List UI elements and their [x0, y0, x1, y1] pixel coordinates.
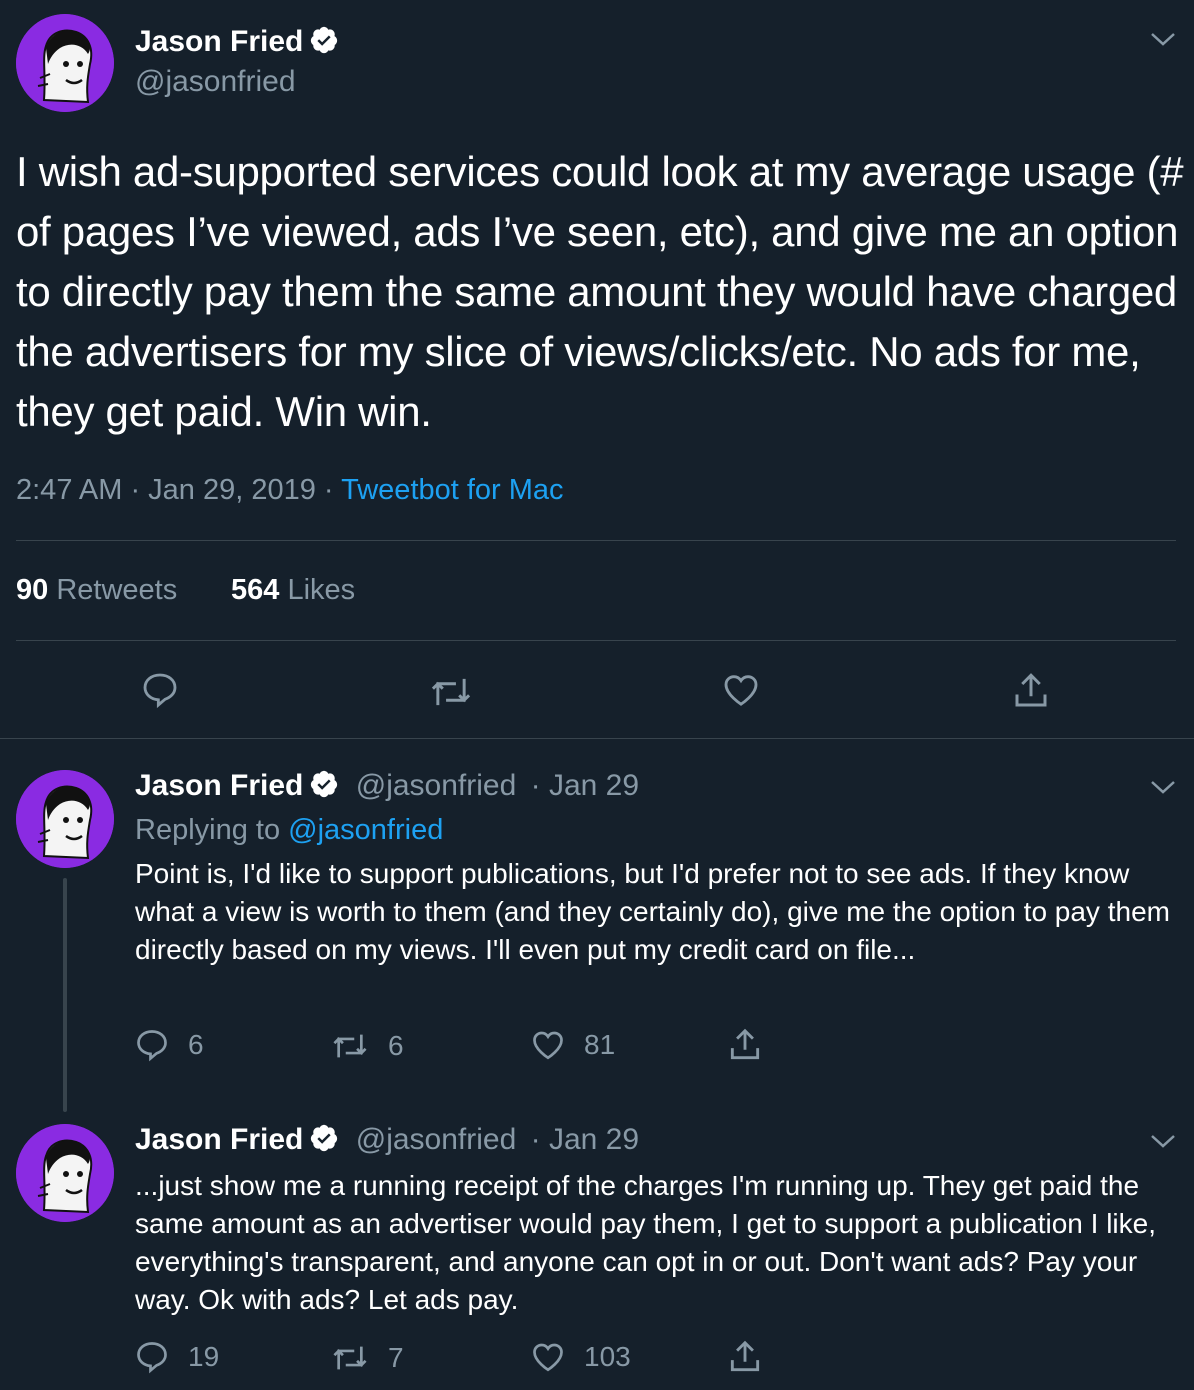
- likes-stat[interactable]: 564 Likes: [231, 574, 355, 607]
- reply-icon: [143, 673, 177, 709]
- author-handle[interactable]: @jasonfried: [356, 1123, 517, 1156]
- share-button[interactable]: [1010, 670, 1052, 717]
- chevron-down-icon[interactable]: [1150, 28, 1176, 55]
- like-button[interactable]: 103: [530, 1339, 631, 1375]
- retweet-count: 7: [388, 1342, 404, 1373]
- retweet-button[interactable]: 6: [330, 1029, 404, 1063]
- share-icon: [730, 1028, 760, 1060]
- author-name[interactable]: Jason Fried: [135, 25, 339, 63]
- replying-to-link[interactable]: @jasonfried: [288, 814, 443, 846]
- chevron-down-icon[interactable]: [1150, 1130, 1176, 1157]
- author-name[interactable]: Jason Fried: [135, 1123, 303, 1156]
- reply-icon: [137, 1030, 167, 1062]
- heart-icon: [533, 1343, 563, 1372]
- tweet-date[interactable]: · Jan 29: [531, 1123, 639, 1156]
- heart-icon: [724, 675, 758, 706]
- avatar[interactable]: [16, 770, 114, 868]
- reply-header: Jason Fried @jasonfried · Jan 29: [135, 1123, 639, 1161]
- like-count: 81: [584, 1029, 616, 1060]
- retweet-button[interactable]: 7: [330, 1341, 404, 1375]
- retweet-button[interactable]: [428, 672, 474, 717]
- verified-badge-icon: [309, 769, 339, 807]
- tweet-text: ...just show me a running receipt of the…: [135, 1170, 1157, 1315]
- reply-icon: [137, 1342, 167, 1374]
- reply-button[interactable]: 19: [134, 1339, 219, 1375]
- divider: [0, 738, 1194, 739]
- author-handle[interactable]: @jasonfried: [356, 769, 517, 802]
- like-button[interactable]: 81: [530, 1027, 615, 1063]
- divider: [16, 640, 1176, 641]
- reply-button[interactable]: 6: [134, 1027, 204, 1063]
- reply-count: 19: [188, 1341, 220, 1372]
- share-icon: [1015, 673, 1047, 707]
- tweet-text: I wish ad-supported services could look …: [16, 148, 1184, 435]
- verified-badge-icon: [309, 1123, 339, 1161]
- share-button[interactable]: [726, 1338, 764, 1376]
- share-icon: [730, 1340, 760, 1372]
- avatar[interactable]: [16, 14, 114, 112]
- reply-header: Jason Fried @jasonfried · Jan 29: [135, 769, 639, 807]
- author-name[interactable]: Jason Fried: [135, 769, 303, 802]
- reply-button[interactable]: [140, 670, 180, 715]
- verified-badge-icon: [309, 25, 339, 63]
- tweet-text: Point is, I'd like to support publicatio…: [135, 858, 1170, 965]
- tweet-timestamp: 2:47 AM · Jan 29, 2019 · Tweetbot for Ma…: [16, 474, 564, 506]
- replying-to: Replying to @jasonfried: [135, 814, 444, 846]
- divider: [16, 540, 1176, 541]
- retweets-stat[interactable]: 90 Retweets: [16, 574, 177, 607]
- tweet-date[interactable]: · Jan 29: [531, 769, 639, 802]
- share-button[interactable]: [726, 1026, 764, 1064]
- like-button[interactable]: [720, 670, 762, 715]
- avatar[interactable]: [16, 1124, 114, 1222]
- retweet-icon: [333, 1034, 367, 1058]
- retweet-count: 6: [388, 1030, 404, 1061]
- thread-connector: [63, 878, 67, 1112]
- like-count: 103: [584, 1341, 631, 1372]
- tweet-source-link[interactable]: Tweetbot for Mac: [341, 474, 563, 506]
- retweet-icon: [333, 1346, 367, 1370]
- chevron-down-icon[interactable]: [1150, 776, 1176, 803]
- retweet-icon: [431, 678, 471, 706]
- author-handle[interactable]: @jasonfried: [135, 65, 296, 99]
- heart-icon: [533, 1031, 563, 1060]
- reply-count: 6: [188, 1029, 204, 1060]
